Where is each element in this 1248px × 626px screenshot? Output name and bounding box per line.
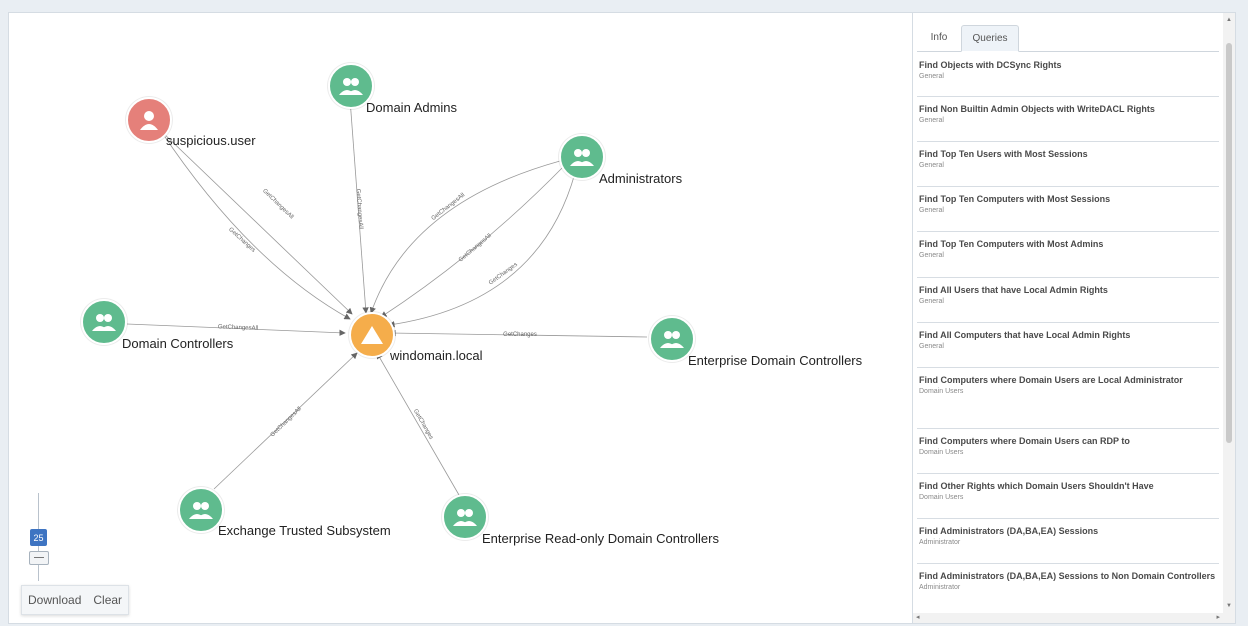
query-item[interactable]: Find Computers where Domain Users can RD… — [917, 429, 1219, 474]
domain-icon — [361, 326, 383, 344]
query-title: Find All Users that have Local Admin Rig… — [919, 285, 1108, 295]
edge-label: GetChangesAll — [431, 192, 466, 222]
query-title: Find Administrators (DA,BA,EA) Sessions — [919, 526, 1099, 536]
scroll-right-arrow-icon[interactable]: ▸ — [1216, 613, 1220, 621]
query-item[interactable]: Find Computers where Domain Users are Lo… — [917, 368, 1219, 429]
edge-label: GetChanges — [488, 262, 519, 287]
query-category: Domain Users — [919, 388, 964, 395]
query-item[interactable]: Find Top Ten Users with Most Sessions Ge… — [917, 142, 1219, 187]
edge-label: GetChangesAll — [218, 324, 259, 331]
group-icon — [92, 314, 116, 331]
query-category: Domain Users — [919, 494, 964, 501]
edge-enterprise-ro-dcs-getchanges — [376, 352, 460, 496]
node-label-exchange-trusted-subsystem: Exchange Trusted Subsystem — [218, 523, 391, 538]
query-category: General — [919, 162, 944, 169]
query-title: Find Other Rights which Domain Users Sho… — [919, 481, 1154, 491]
scroll-down-arrow-icon[interactable]: ▼ — [1226, 603, 1232, 609]
edge-suspicious-getchangesall — [160, 130, 353, 315]
edge-label: GetChanges — [412, 408, 434, 440]
edge-administrators-getchanges — [388, 172, 576, 328]
group-icon — [453, 509, 477, 526]
query-title: Find Top Ten Computers with Most Admins — [919, 239, 1104, 249]
side-panel: Info Queries Find Objects with DCSync Ri… — [912, 12, 1236, 624]
query-title: Find Computers where Domain Users are Lo… — [919, 375, 1183, 385]
graph-canvas[interactable]: GetChangesAll GetChanges GetChangesAll G… — [8, 12, 914, 624]
zoom-handle[interactable] — [29, 551, 49, 565]
node-label-windomain-local: windomain.local — [390, 348, 483, 363]
query-category: General — [919, 207, 944, 214]
query-category: General — [919, 343, 944, 350]
query-title: Find Computers where Domain Users can RD… — [919, 436, 1130, 446]
group-icon — [339, 78, 363, 95]
panel-vertical-scrollbar[interactable]: ▲ ▼ — [1223, 13, 1235, 623]
edge-label: GetChangesAll — [458, 233, 493, 264]
group-icon — [660, 331, 684, 348]
node-label-administrators: Administrators — [599, 171, 683, 186]
panel-tabs: Info Queries — [917, 25, 1219, 52]
query-category: General — [919, 117, 944, 124]
query-item[interactable]: Find All Computers that have Local Admin… — [917, 323, 1219, 368]
edge-label: GetChangesAll — [261, 188, 294, 220]
zoom-level-badge: 25 — [30, 529, 47, 546]
query-list: Find Objects with DCSync Rights General … — [917, 53, 1219, 623]
query-category: General — [919, 298, 944, 305]
user-icon — [140, 111, 158, 130]
query-item[interactable]: Find Other Rights which Domain Users Sho… — [917, 474, 1219, 519]
query-item[interactable]: Find Top Ten Computers with Most Admins … — [917, 232, 1219, 278]
query-item[interactable]: Find Non Builtin Admin Objects with Writ… — [917, 97, 1219, 142]
query-item[interactable]: Find Objects with DCSync Rights General — [917, 53, 1219, 97]
edge-label: GetChanges — [503, 332, 537, 338]
query-title: Find All Computers that have Local Admin… — [919, 330, 1131, 340]
scroll-left-arrow-icon[interactable]: ◂ — [916, 613, 920, 621]
query-category: General — [919, 252, 944, 259]
query-item[interactable]: Find All Users that have Local Admin Rig… — [917, 278, 1219, 323]
node-label-domain-admins: Domain Admins — [366, 100, 458, 115]
panel-horizontal-scrollbar[interactable]: ◂ ▸ — [913, 613, 1223, 623]
edge-label: GetChanges — [227, 227, 256, 254]
group-icon — [189, 502, 213, 519]
scroll-up-arrow-icon[interactable]: ▲ — [1226, 17, 1232, 23]
query-title: Find Objects with DCSync Rights — [919, 60, 1062, 70]
node-label-enterprise-readonly-dcs: Enterprise Read-only Domain Controllers — [482, 531, 719, 546]
edge-administrators-getchangesall-2 — [380, 164, 566, 318]
tab-queries[interactable]: Queries — [961, 25, 1019, 52]
edge-administrators-getchangesall-1 — [369, 160, 561, 314]
query-category: General — [919, 73, 944, 80]
edge-label: GetChangesAll — [270, 406, 303, 438]
download-button[interactable]: Download — [28, 593, 81, 607]
query-title: Find Top Ten Users with Most Sessions — [919, 149, 1088, 159]
query-title: Find Administrators (DA,BA,EA) Sessions … — [919, 571, 1216, 581]
query-title: Find Top Ten Computers with Most Session… — [919, 194, 1111, 204]
clear-button[interactable]: Clear — [93, 593, 122, 607]
query-category: Administrator — [919, 539, 961, 546]
query-item[interactable]: Find Administrators (DA,BA,EA) Sessions … — [917, 519, 1219, 564]
zoom-slider[interactable]: 25 — [27, 493, 51, 583]
scroll-thumb[interactable] — [1226, 43, 1232, 443]
graph-toolbar: Download Clear — [21, 585, 130, 615]
query-title: Find Non Builtin Admin Objects with Writ… — [919, 104, 1155, 114]
node-domain-controllers[interactable] — [81, 299, 127, 345]
edge-suspicious-getchanges — [160, 130, 351, 320]
edge-label: GetChangesAll — [355, 189, 364, 230]
node-label-enterprise-domain-controllers: Enterprise Domain Controllers — [688, 353, 863, 368]
tab-info[interactable]: Info — [921, 25, 957, 50]
node-label-suspicious-user: suspicious.user — [166, 133, 256, 148]
node-windomain-local[interactable] — [349, 312, 395, 358]
query-category: Domain Users — [919, 449, 964, 456]
query-item[interactable]: Find Top Ten Computers with Most Session… — [917, 187, 1219, 232]
group-icon — [570, 149, 594, 166]
query-category: Administrator — [919, 584, 961, 591]
node-label-domain-controllers: Domain Controllers — [122, 336, 234, 351]
